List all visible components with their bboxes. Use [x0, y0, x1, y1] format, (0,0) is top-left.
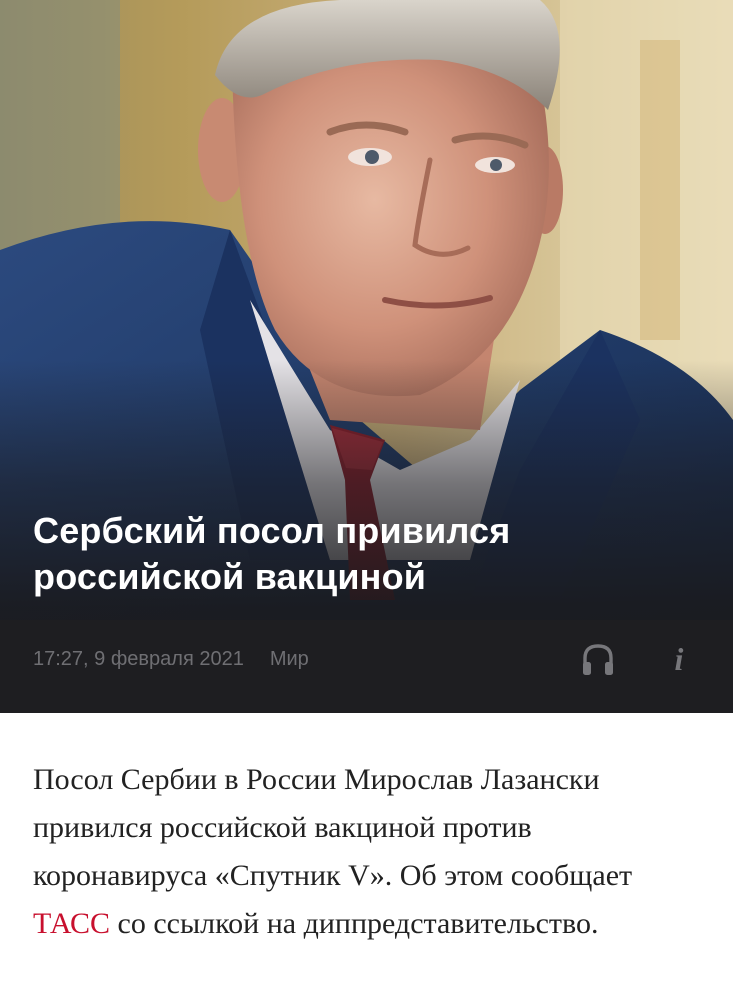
article-body: Посол Сербии в России Мирослав Лазански …	[33, 756, 713, 948]
hero-section: Сербский посол привился российской вакци…	[0, 0, 733, 713]
source-link-tass[interactable]: ТАСС	[33, 907, 110, 940]
article-meta: 17:27, 9 февраля 2021 Мир	[33, 646, 309, 672]
rubric-link[interactable]: Мир	[270, 648, 309, 670]
article-body-text-start: Посол Сербии в России Мирослав Лазански …	[33, 763, 633, 892]
info-icon: i	[674, 641, 684, 677]
article-body-text-end: со ссылкой на диппредставительство.	[110, 907, 599, 940]
info-button[interactable]: i	[664, 640, 694, 678]
headphones-icon	[583, 644, 613, 675]
hero-photo	[0, 0, 733, 713]
article-headline: Сербский посол привился российской вакци…	[33, 510, 511, 597]
publish-timestamp: 17:27, 9 февраля 2021	[33, 648, 244, 670]
listen-button[interactable]	[580, 641, 616, 677]
